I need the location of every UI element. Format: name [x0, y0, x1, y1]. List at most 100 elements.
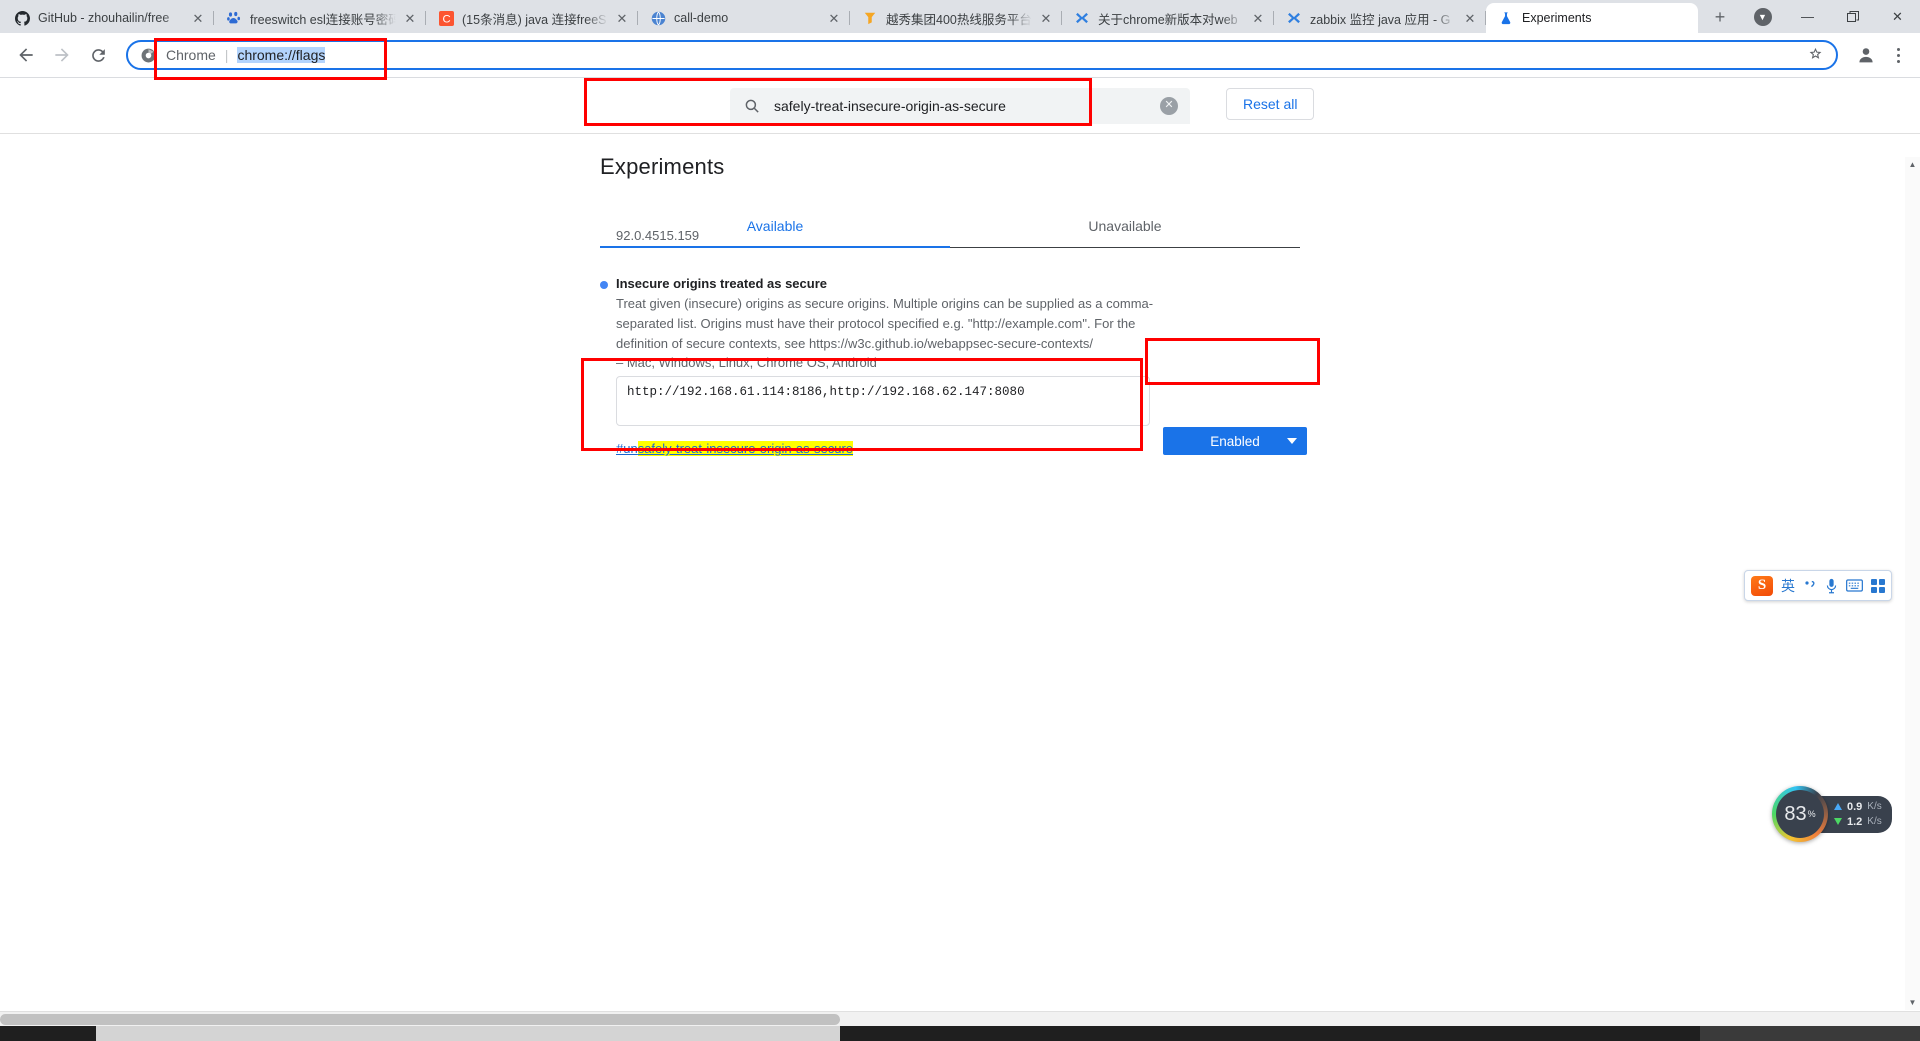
tab-close-icon[interactable]: ✕ — [614, 10, 630, 26]
flag-description: Treat given (insecure) origins as secure… — [616, 296, 1154, 352]
bookmark-star-icon[interactable] — [1807, 45, 1824, 65]
maximize-button[interactable] — [1830, 0, 1875, 33]
flag-name: Insecure origins treated as secure — [616, 276, 827, 291]
browser-tab[interactable]: 越秀集团400热线服务平台 ✕ — [850, 3, 1062, 33]
flag-state-select[interactable]: Enabled — [1163, 427, 1307, 455]
upload-speed-unit: K/s — [1867, 801, 1882, 812]
tab-close-icon[interactable]: ✕ — [1462, 10, 1478, 26]
clear-circle-icon[interactable]: ✕ — [1160, 96, 1178, 115]
browser-tab[interactable]: freeswitch esl连接账号密码 ✕ — [214, 3, 426, 33]
chevron-down-icon — [1287, 438, 1297, 444]
search-icon — [742, 96, 762, 116]
search-box[interactable]: ✕ — [730, 87, 1190, 124]
github-icon — [14, 10, 30, 26]
punctuation-icon[interactable] — [1803, 579, 1817, 592]
flags-page: ✕ Reset all Experiments Available Unavai… — [0, 78, 1920, 1040]
taskbar-tray-segment — [1700, 1026, 1920, 1041]
downloads-button[interactable]: ▼ — [1740, 0, 1785, 33]
address-bar[interactable]: Chrome | chrome://flags — [126, 40, 1838, 70]
chrome-version-label: 92.0.4515.159 — [616, 228, 700, 243]
keyboard-icon[interactable] — [1846, 579, 1863, 592]
back-arrow-icon[interactable] — [10, 39, 42, 71]
scroll-up-arrow-icon[interactable]: ▲ — [1905, 157, 1920, 172]
flag-permalink-match: safely-treat-insecure-origin-as-secure — [637, 441, 854, 457]
ime-mode-label[interactable]: 英 — [1781, 576, 1795, 596]
close-window-button[interactable]: ✕ — [1875, 0, 1920, 33]
flags-content: Experiments Available Unavailable Insecu… — [600, 134, 1300, 457]
horizontal-scrollbar[interactable] — [0, 1011, 1920, 1026]
tab-title: 关于chrome新版本对web — [1098, 12, 1238, 27]
percent-symbol: % — [1807, 809, 1816, 819]
reload-icon[interactable] — [82, 39, 114, 71]
profile-avatar-icon[interactable] — [1852, 41, 1880, 69]
cpu-usage-ring: 83% — [1772, 786, 1828, 842]
vertical-scrollbar[interactable]: ▲ ▼ — [1905, 157, 1920, 1010]
yuexiu-icon — [862, 10, 878, 26]
tab-title: call-demo — [674, 11, 729, 25]
upload-arrow-icon — [1834, 803, 1842, 810]
tab-title: GitHub - zhouhailin/free — [38, 11, 170, 25]
flag-name-row: Insecure origins treated as secure — [600, 276, 1300, 291]
minimize-button[interactable]: — — [1785, 0, 1830, 33]
tab-close-icon[interactable]: ✕ — [1250, 10, 1266, 26]
flags-tabs: Available Unavailable — [600, 204, 1300, 248]
browser-tab[interactable]: GitHub - zhouhailin/free ✕ — [2, 3, 214, 33]
taskbar — [0, 1026, 1920, 1041]
svg-text:C: C — [442, 13, 450, 25]
browser-tab[interactable]: call-demo ✕ — [638, 3, 850, 33]
download-speed-row: 1.2 K/s — [1834, 816, 1882, 828]
tab-title: zabbix 监控 java 应用 - G — [1310, 12, 1451, 27]
tab-close-icon[interactable]: ✕ — [1038, 10, 1054, 26]
flag-state-select-wrapper[interactable]: Enabled — [1163, 427, 1307, 455]
download-speed-unit: K/s — [1867, 816, 1882, 827]
cpu-usage-value: 83 — [1784, 802, 1807, 825]
tab-close-icon[interactable]: ✕ — [826, 10, 842, 26]
horizontal-scrollbar-thumb[interactable] — [0, 1014, 840, 1025]
ime-toolbar[interactable]: S 英 — [1744, 570, 1892, 601]
download-circle-icon: ▼ — [1753, 7, 1772, 26]
flag-modified-dot-icon — [600, 281, 608, 289]
new-tab-button[interactable]: + — [1706, 3, 1734, 31]
x-blue-icon — [1286, 10, 1302, 26]
tab-title: 越秀集团400热线服务平台 — [886, 12, 1032, 27]
reset-all-button[interactable]: Reset all — [1226, 88, 1315, 120]
scroll-down-arrow-icon[interactable]: ▼ — [1905, 995, 1920, 1010]
upload-speed-value: 0.9 — [1847, 800, 1863, 813]
tab-title: Experiments — [1522, 11, 1592, 25]
flag-permalink-prefix: #un — [616, 441, 638, 457]
browser-tab[interactable]: zabbix 监控 java 应用 - G ✕ — [1274, 3, 1486, 33]
globe-icon — [650, 10, 666, 26]
upload-speed-row: 0.9 K/s — [1834, 801, 1882, 813]
flag-platforms: – Mac, Windows, Linux, Chrome OS, Androi… — [616, 355, 877, 371]
download-speed-value: 1.2 — [1847, 815, 1863, 828]
csdn-icon: C — [438, 10, 454, 26]
network-monitor-widget[interactable]: 83% 0.9 K/s 1.2 K/s — [1772, 786, 1892, 842]
flask-icon — [1498, 10, 1514, 26]
tab-unavailable[interactable]: Unavailable — [950, 204, 1300, 247]
chrome-logo-icon — [140, 47, 156, 63]
browser-tab-active[interactable]: Experiments — [1486, 3, 1698, 33]
browser-window: GitHub - zhouhailin/free ✕ freeswitch es… — [0, 0, 1920, 1041]
flags-search-bar: ✕ Reset all — [0, 78, 1920, 134]
x-blue-icon — [1074, 10, 1090, 26]
omnibox-url-text[interactable]: chrome://flags — [237, 47, 326, 63]
taskbar-segment — [96, 1026, 840, 1041]
search-input[interactable] — [774, 97, 1160, 114]
browser-tab[interactable]: 关于chrome新版本对web ✕ — [1062, 3, 1274, 33]
browser-tab[interactable]: C (15条消息) java 连接freeS ✕ — [426, 3, 638, 33]
flag-state-value: Enabled — [1210, 433, 1260, 449]
three-dot-menu-icon[interactable] — [1886, 47, 1910, 63]
apps-grid-icon[interactable] — [1871, 578, 1885, 593]
forward-arrow-icon[interactable] — [46, 39, 78, 71]
omnibox-separator: | — [224, 47, 229, 63]
microphone-icon[interactable] — [1825, 578, 1838, 594]
flag-origins-textarea[interactable]: http://192.168.61.114:8186,http://192.16… — [616, 376, 1150, 427]
baidu-icon — [226, 10, 242, 26]
tab-close-icon[interactable]: ✕ — [190, 10, 206, 26]
browser-toolbar: Chrome | chrome://flags — [0, 33, 1920, 78]
tab-strip: GitHub - zhouhailin/free ✕ freeswitch es… — [0, 0, 1920, 33]
toolbar-right-actions — [1846, 41, 1910, 69]
tab-close-icon[interactable]: ✕ — [402, 10, 418, 26]
page-title: Experiments — [600, 154, 725, 179]
window-controls: ▼ — ✕ — [1740, 0, 1920, 33]
